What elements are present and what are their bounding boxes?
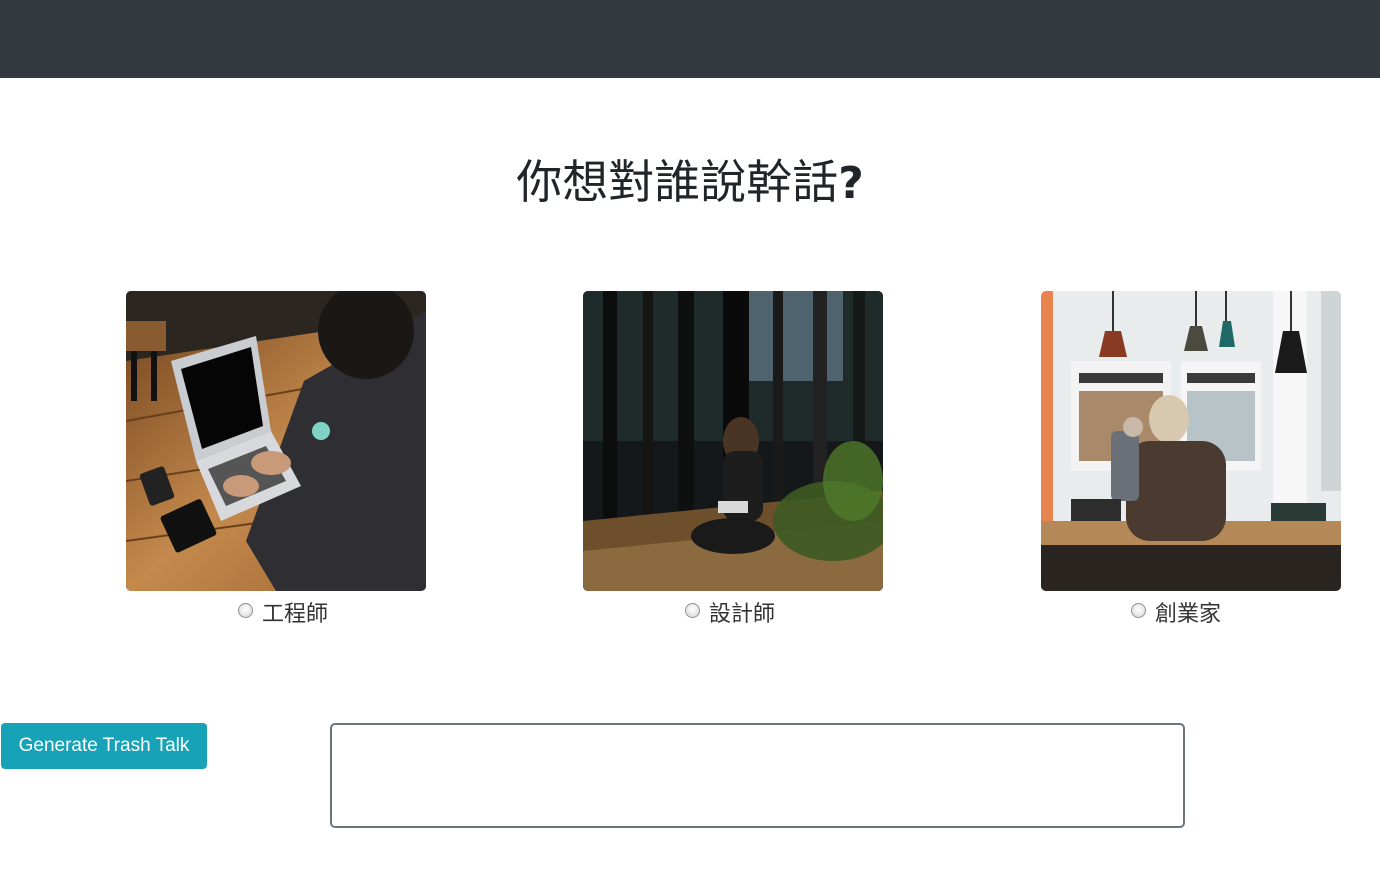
engineer-photo[interactable] <box>126 291 426 591</box>
role-option-designer[interactable]: 設計師 <box>685 598 776 627</box>
page-title: 你想對誰說幹話? <box>0 150 1380 216</box>
role-label-engineer: 工程師 <box>262 602 329 627</box>
top-navbar <box>0 0 1380 78</box>
generate-trash-talk-button[interactable]: Generate Trash Talk <box>1 723 207 769</box>
page-title-mark: ? <box>838 158 864 209</box>
radio-entrepreneur[interactable] <box>1131 602 1146 618</box>
entrepreneur-photo[interactable] <box>1041 291 1341 591</box>
role-option-engineer[interactable]: 工程師 <box>238 598 329 627</box>
role-card-designer[interactable] <box>583 291 883 591</box>
page-title-text: 你想對誰說幹話 <box>516 155 839 209</box>
role-card-engineer[interactable] <box>126 291 426 591</box>
radio-engineer[interactable] <box>238 602 253 618</box>
role-label-designer: 設計師 <box>709 602 776 627</box>
role-option-entrepreneur[interactable]: 創業家 <box>1131 598 1222 627</box>
role-label-entrepreneur: 創業家 <box>1155 602 1222 627</box>
designer-photo[interactable] <box>583 291 883 591</box>
radio-designer[interactable] <box>685 602 700 618</box>
trash-talk-output[interactable] <box>330 723 1185 828</box>
role-card-entrepreneur[interactable] <box>1041 291 1341 591</box>
